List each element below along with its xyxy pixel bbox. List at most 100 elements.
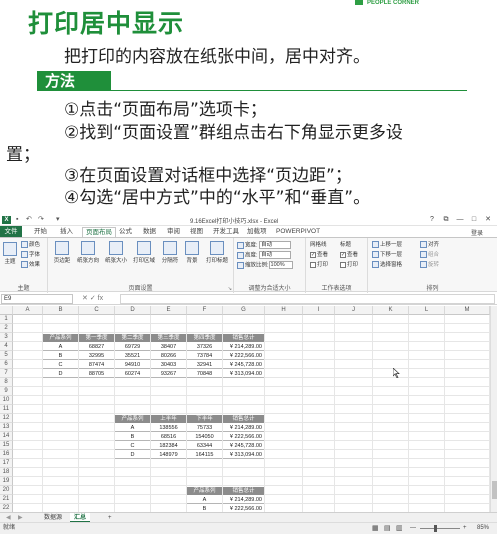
column-header[interactable]: M (445, 306, 490, 315)
enter-icon[interactable]: ✓ (90, 295, 96, 302)
table-cell[interactable]: 38407 (151, 343, 186, 351)
normal-view-icon[interactable]: ▦ (372, 523, 379, 534)
row-header[interactable]: 6 (0, 360, 13, 369)
print-area-button[interactable]: 打印区域 (131, 241, 157, 264)
table-cell[interactable]: 73784 (187, 352, 222, 360)
formula-input[interactable] (120, 294, 495, 304)
group-button[interactable]: 组合 (420, 251, 439, 259)
row-header[interactable]: 13 (0, 423, 13, 432)
table-cell[interactable]: 69729 (115, 343, 150, 351)
bring-forward-button[interactable]: 上移一层 (372, 241, 402, 249)
table-cell[interactable]: B (115, 433, 150, 441)
table-cell[interactable]: 93267 (151, 370, 186, 378)
table-cell[interactable]: 37326 (187, 343, 222, 351)
table-cell[interactable]: 68827 (79, 343, 114, 351)
tab-insert[interactable]: 插入 (60, 227, 73, 237)
zoom-in-button[interactable]: + (463, 523, 467, 534)
headings-view-checkbox[interactable]: ✓ 查看 (340, 251, 358, 259)
row-header[interactable]: 7 (0, 369, 13, 378)
print-titles-button[interactable]: 打印标题 (203, 241, 231, 264)
table-cell[interactable]: A (187, 496, 222, 504)
column-header[interactable]: E (151, 306, 187, 315)
align-button[interactable]: 对齐 (420, 241, 439, 249)
table-cell[interactable]: 88705 (79, 370, 114, 378)
themes-button[interactable]: 主题 (1, 242, 19, 265)
table-header-cell[interactable]: 第三季度 (151, 334, 186, 342)
effects-button[interactable]: 效果 (21, 261, 40, 269)
table-header-cell[interactable]: 第四季度 (187, 334, 222, 342)
table-header-cell[interactable]: 产品系列 (115, 415, 150, 423)
row-header[interactable]: 11 (0, 405, 13, 414)
gridlines-view-checkbox[interactable]: ✓ 查看 (310, 251, 328, 259)
page-setup-launcher-icon[interactable]: ↘ (228, 286, 232, 292)
table-cell[interactable]: 32941 (187, 361, 222, 369)
tab-developer[interactable]: 开发工具 (213, 227, 239, 237)
zoom-out-button[interactable]: — (410, 523, 416, 534)
row-header[interactable]: 12 (0, 414, 13, 423)
height-select[interactable]: 自动 (259, 251, 292, 259)
headings-print-checkbox[interactable]: 打印 (340, 261, 358, 269)
page-layout-view-icon[interactable]: ▤ (384, 523, 391, 534)
table-cell[interactable]: 35521 (115, 352, 150, 360)
select-all-corner[interactable] (0, 306, 13, 315)
table-cell[interactable]: 30403 (151, 361, 186, 369)
close-button[interactable]: ✕ (481, 215, 495, 223)
zoom-slider[interactable] (420, 528, 460, 529)
column-header[interactable]: L (409, 306, 445, 315)
table-cell[interactable]: ¥ 222,566.00 (223, 433, 264, 441)
table-cell[interactable]: 138556 (151, 424, 186, 432)
table-cell[interactable]: 148979 (151, 451, 186, 459)
row-header[interactable]: 10 (0, 396, 13, 405)
worksheet-grid[interactable]: A B C D E F G H I J K L M 1 2 3 4 5 6 7 8 9 10 11 12 13 14 15 16 17 18… (0, 306, 490, 512)
table-header-cell[interactable]: 第一季度 (79, 334, 114, 342)
tab-view[interactable]: 视图 (190, 227, 203, 237)
table-cell[interactable]: ¥ 245,728.00 (223, 361, 264, 369)
table-cell[interactable]: ¥ 214,289.00 (223, 343, 264, 351)
table-cell[interactable]: ¥ 222,566.00 (223, 505, 264, 512)
table-header-cell[interactable]: 产品系列 (187, 487, 222, 495)
margins-button[interactable]: 页边距 (51, 241, 73, 264)
save-icon[interactable]: ▪ (16, 216, 18, 224)
table-cell[interactable]: ¥ 222,566.00 (223, 352, 264, 360)
table-header-cell[interactable]: 销售总计 (223, 487, 264, 495)
page-break-view-icon[interactable]: ▥ (396, 523, 403, 534)
table-cell[interactable]: D (115, 451, 150, 459)
scale-input[interactable]: 100% (268, 261, 293, 269)
tab-formulas[interactable]: 公式 (119, 227, 132, 237)
row-header[interactable]: 18 (0, 468, 13, 477)
tab-powerpivot[interactable]: POWERPIVOT (276, 227, 320, 237)
colors-button[interactable]: 颜色 (21, 241, 40, 249)
minimize-button[interactable]: — (453, 216, 467, 223)
table-header-cell[interactable]: 销售总计 (223, 334, 264, 342)
help-button[interactable]: ? (425, 216, 439, 223)
table-cell[interactable]: A (115, 424, 150, 432)
table-header-cell[interactable]: 产品系列 (43, 334, 78, 342)
table-cell[interactable]: ¥ 245,728.00 (223, 442, 264, 450)
customize-qat-icon[interactable]: ▾ (56, 216, 60, 224)
table-cell[interactable]: 68516 (151, 433, 186, 441)
name-box[interactable]: E9 (1, 294, 73, 304)
table-cell[interactable]: 87474 (79, 361, 114, 369)
row-header[interactable]: 17 (0, 459, 13, 468)
width-select[interactable]: 自动 (259, 241, 292, 249)
tab-home[interactable]: 开始 (34, 227, 47, 237)
row-header[interactable]: 22 (0, 504, 13, 512)
rotate-button[interactable]: 旋转 (420, 261, 439, 269)
row-header[interactable]: 15 (0, 441, 13, 450)
column-header[interactable]: A (13, 306, 43, 315)
column-header[interactable]: K (373, 306, 409, 315)
row-header[interactable]: 19 (0, 477, 13, 486)
column-header[interactable]: G (223, 306, 265, 315)
table-cell[interactable]: 164115 (187, 451, 222, 459)
row-header[interactable]: 3 (0, 333, 13, 342)
table-header-cell[interactable]: 下半年 (187, 415, 222, 423)
zoom-level[interactable]: 85% (477, 523, 489, 534)
table-header-cell[interactable]: 销售总计 (223, 415, 264, 423)
redo-icon[interactable]: ↷ (38, 216, 44, 224)
row-header[interactable]: 8 (0, 378, 13, 387)
undo-icon[interactable]: ↶ (26, 216, 32, 224)
row-header[interactable]: 21 (0, 495, 13, 504)
table-cell[interactable]: 70848 (187, 370, 222, 378)
selection-pane-button[interactable]: 选择窗格 (372, 261, 402, 269)
table-cell[interactable]: C (115, 442, 150, 450)
